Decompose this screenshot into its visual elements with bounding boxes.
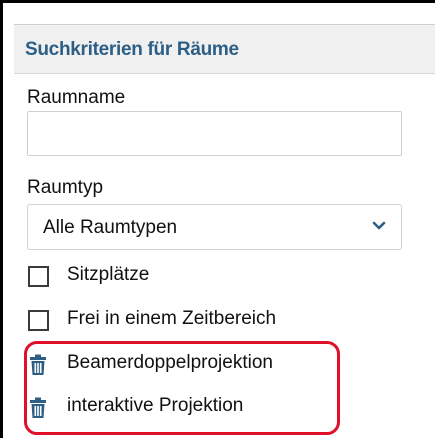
equipment-tag-beamerdoppelprojektion: Beamerdoppelprojektion [27, 350, 327, 380]
panel-header: Suchkriterien für Räume [14, 24, 435, 74]
frei-zeitbereich-checkbox[interactable] [28, 310, 49, 331]
raumname-label: Raumname [27, 87, 126, 108]
raumtyp-select[interactable]: Alle Raumtypen [27, 204, 402, 250]
filter-sitzplaetze[interactable]: Sitzplätze [27, 262, 417, 292]
trash-icon[interactable] [29, 397, 47, 419]
raumname-input[interactable] [27, 111, 402, 156]
equipment-tag-label: interaktive Projektion [67, 395, 244, 416]
raumtyp-label: Raumtyp [27, 177, 104, 198]
equipment-tag-label: Beamerdoppelprojektion [67, 352, 273, 373]
window-top-border [0, 0, 435, 3]
sitzplaetze-checkbox[interactable] [28, 266, 49, 287]
filter-frei-zeitbereich[interactable]: Frei in einem Zeitbereich [27, 306, 417, 336]
chevron-down-icon [372, 221, 386, 230]
room-search-panel: Suchkriterien für Räume Raumname Raumtyp… [14, 24, 435, 438]
raumtyp-selected-value: Alle Raumtypen [43, 217, 178, 238]
window-left-border [0, 0, 3, 438]
sitzplaetze-label: Sitzplätze [67, 264, 150, 285]
panel-title: Suchkriterien für Räume [25, 39, 239, 60]
trash-icon[interactable] [29, 354, 47, 376]
frei-zeitbereich-label: Frei in einem Zeitbereich [67, 308, 277, 329]
equipment-tag-interaktive-projektion: interaktive Projektion [27, 393, 327, 423]
